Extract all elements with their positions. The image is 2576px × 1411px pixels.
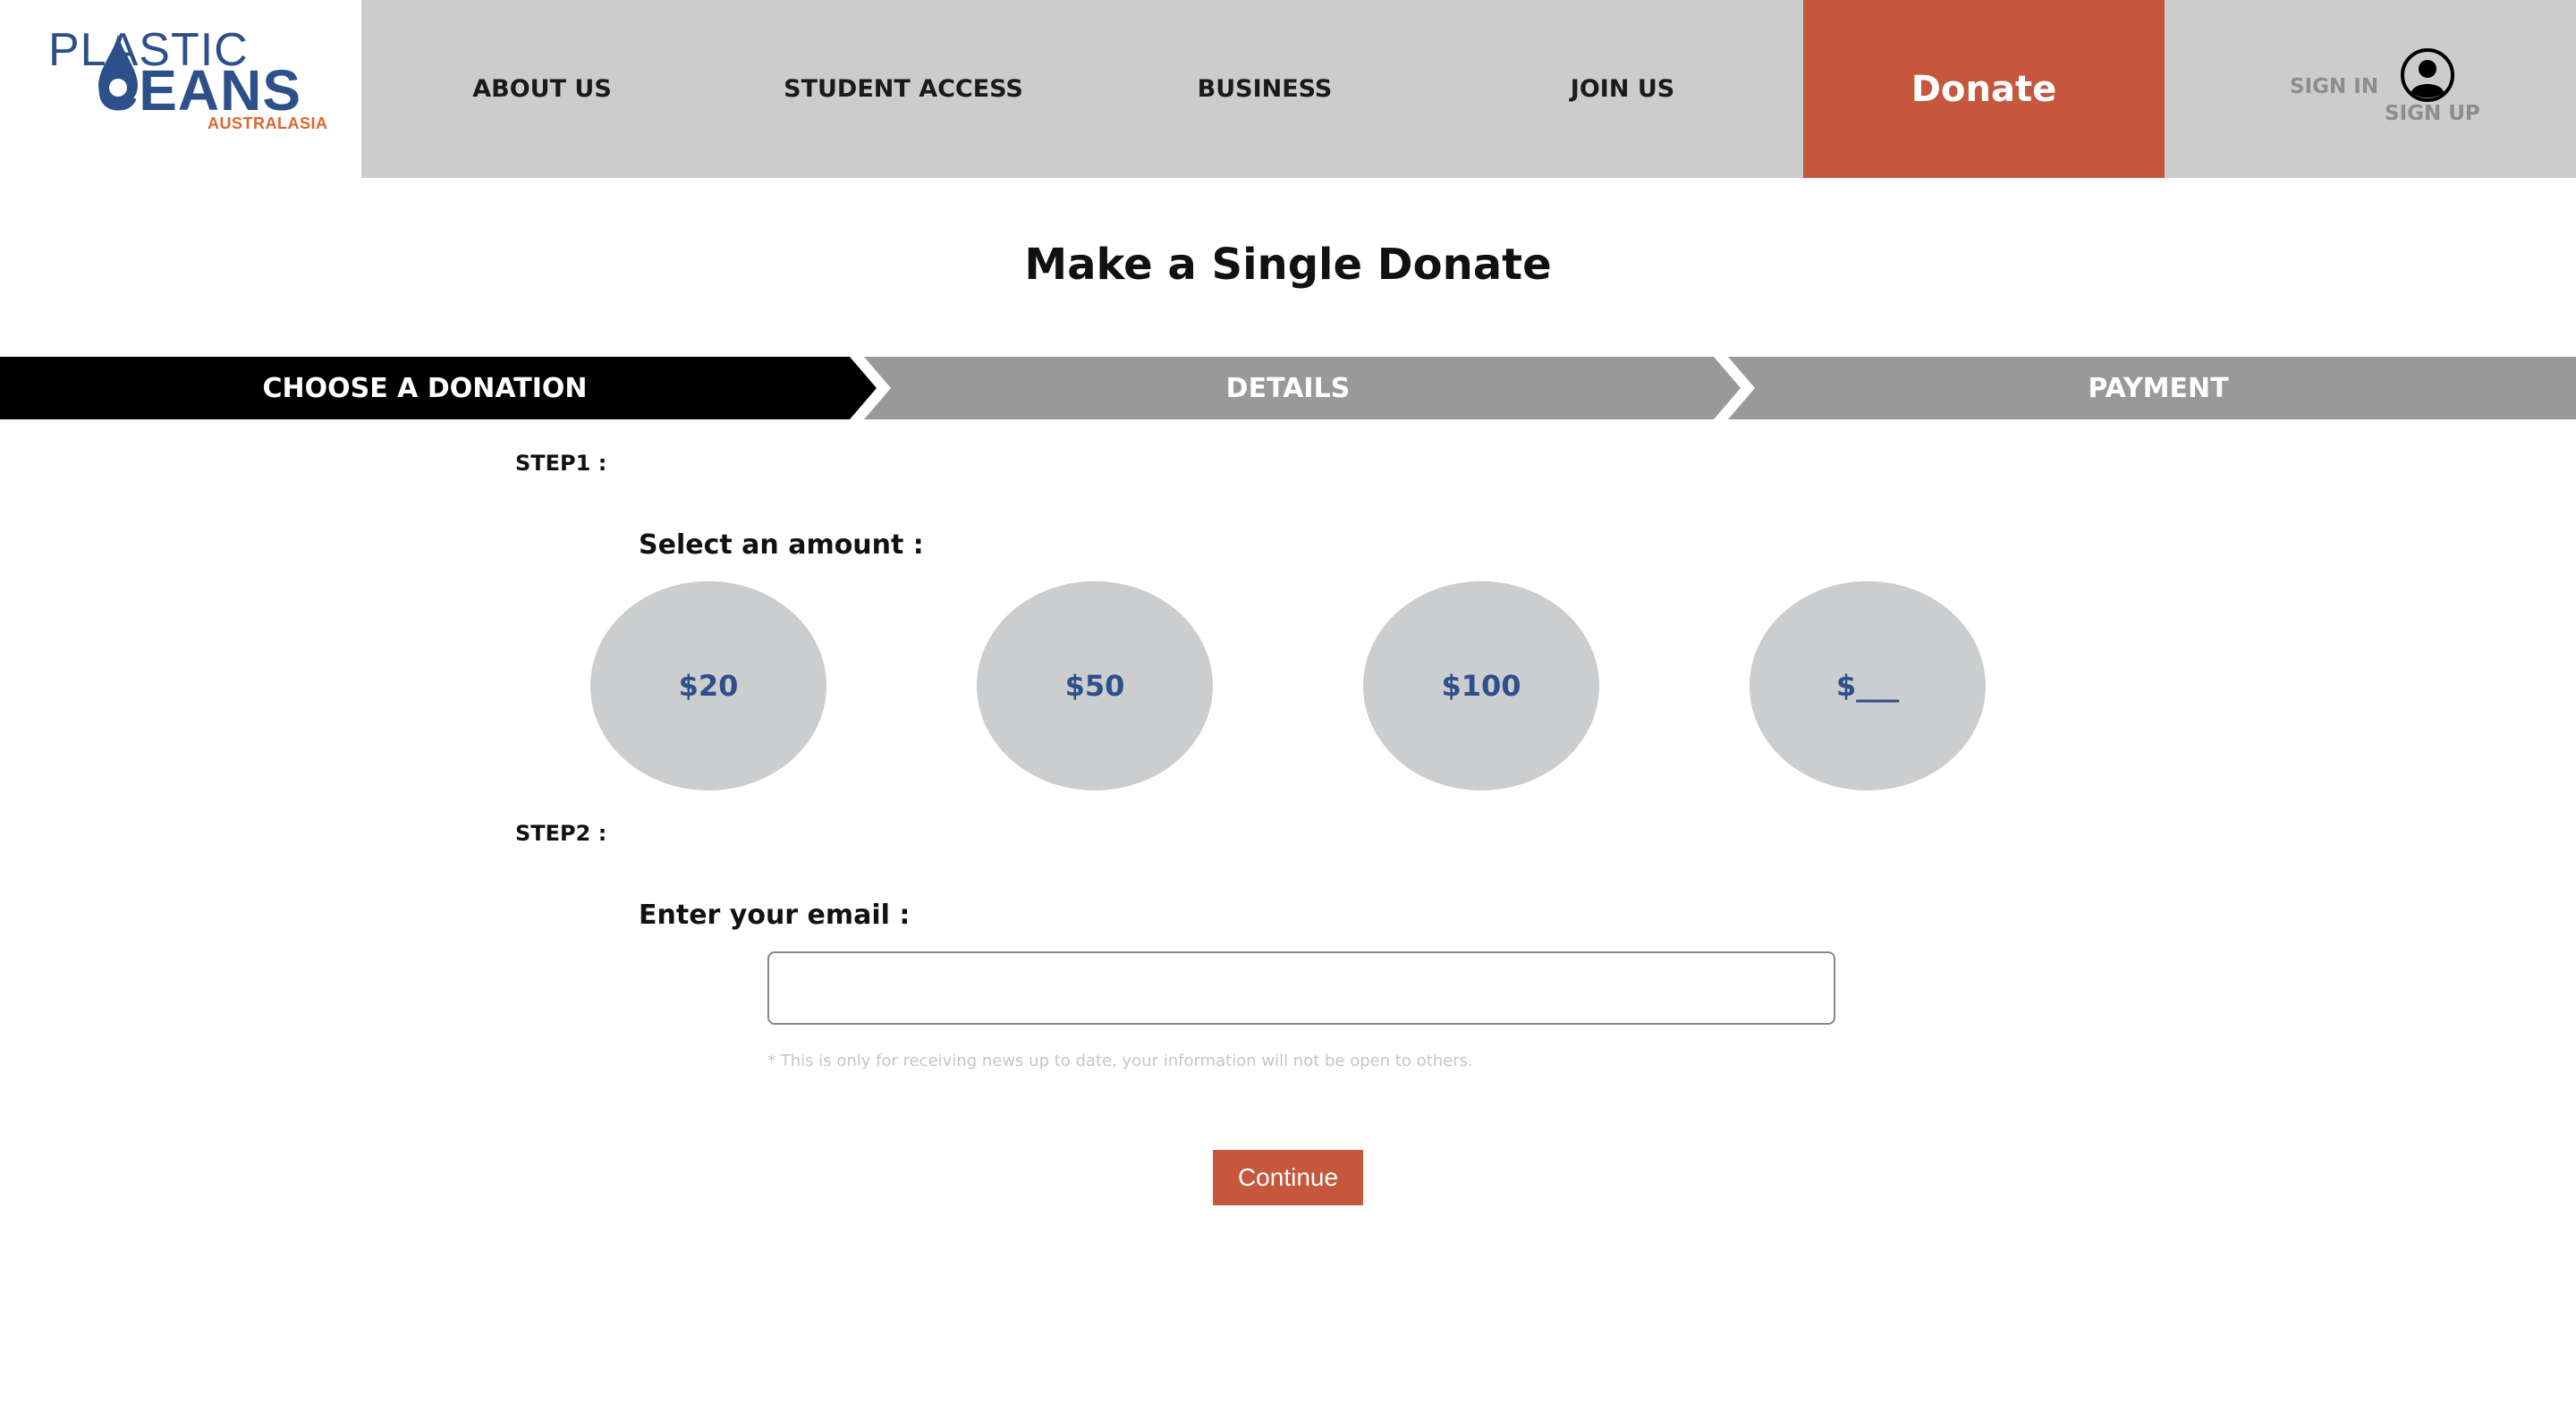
top-nav-bar: PLASTIC CEANS AUSTRALASIA ABOUT US STUDE…	[0, 0, 2576, 178]
amount-option-20[interactable]: $20	[590, 581, 826, 790]
page-title: Make a Single Donate	[1024, 240, 1552, 290]
amount-option-custom[interactable]: $___	[1750, 581, 1986, 790]
amount-option-50[interactable]: $50	[977, 581, 1213, 790]
amount-option-100[interactable]: $100	[1363, 581, 1599, 790]
step2-heading: STEP2 :	[515, 821, 607, 846]
logo-text-line2: CEANS	[97, 58, 302, 123]
nav-about-us[interactable]: ABOUT US	[361, 0, 723, 178]
plastic-oceans-logo[interactable]: PLASTIC CEANS AUSTRALASIA	[0, 0, 361, 178]
user-circle-icon[interactable]	[2400, 47, 2455, 103]
nav-business[interactable]: BUSINESS	[1084, 0, 1445, 178]
sign-in-link[interactable]: SIGN IN	[2290, 75, 2378, 98]
logo-subtitle: AUSTRALASIA	[208, 114, 328, 132]
step-payment: PAYMENT	[2088, 372, 2229, 404]
sign-up-link[interactable]: SIGN UP	[2385, 102, 2480, 125]
nav-student-access[interactable]: STUDENT ACCESS	[723, 0, 1084, 178]
step-details: DETAILS	[1225, 372, 1351, 404]
privacy-note: * This is only for receiving news up to …	[767, 1052, 1473, 1070]
continue-button[interactable]: Continue	[1213, 1150, 1363, 1205]
step1-heading: STEP1 :	[515, 451, 607, 476]
nav-join-us[interactable]: JOIN US	[1442, 0, 1803, 178]
select-amount-label: Select an amount :	[639, 529, 924, 561]
step-choose-donation: CHOOSE A DONATION	[262, 372, 588, 404]
email-field[interactable]	[767, 951, 1835, 1025]
enter-email-label: Enter your email :	[639, 900, 911, 931]
donate-button[interactable]: Donate	[1803, 0, 2165, 178]
